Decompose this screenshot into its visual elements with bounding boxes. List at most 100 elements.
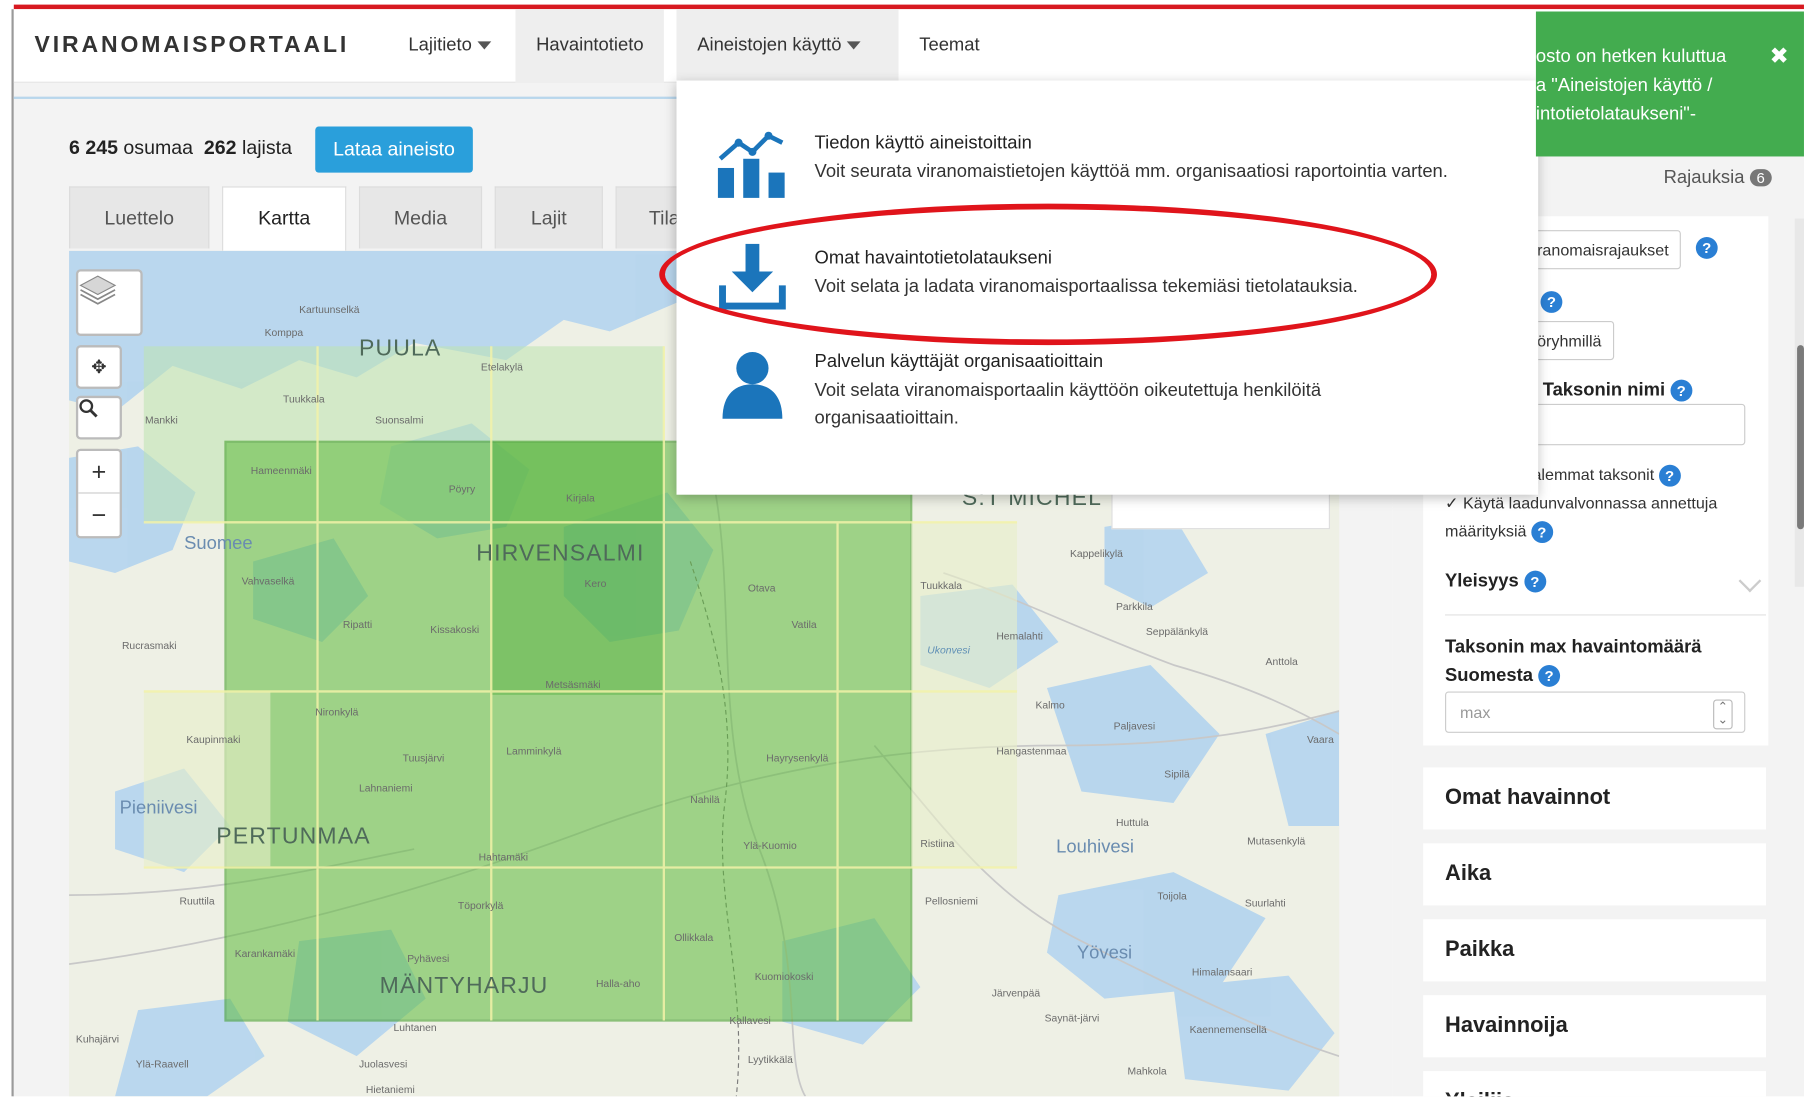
map-label: Otava xyxy=(747,582,776,594)
species-label: lajista xyxy=(241,136,292,159)
section-aika[interactable]: Aika xyxy=(1423,843,1767,906)
zoom-control: + − xyxy=(75,448,122,539)
layers-icon xyxy=(79,275,117,305)
map-label: Hietaniemi xyxy=(365,1083,415,1096)
download-icon xyxy=(719,243,786,310)
map-label: Etelakylä xyxy=(480,361,523,373)
viranomaisrajaukset-button[interactable]: ranomaisrajaukset xyxy=(1524,230,1682,270)
map-label: Rucrasmaki xyxy=(121,639,177,652)
map-label: Toijola xyxy=(1157,890,1187,902)
map-label-louhivesi: Louhivesi xyxy=(1056,837,1134,858)
scrollbar-thumb[interactable] xyxy=(1797,345,1804,530)
nav-item-teemat[interactable]: Teemat xyxy=(899,9,1001,83)
map-label: Tuusjärvi xyxy=(402,752,445,764)
max-count-input[interactable]: max ⌃ ⌄ xyxy=(1445,691,1746,733)
close-icon[interactable]: ✖ xyxy=(1769,43,1788,72)
crosshair-icon: ✥ xyxy=(91,357,107,378)
map-label: Tuukkala xyxy=(283,393,325,405)
stepper-icon[interactable]: ⌃ ⌄ xyxy=(1712,699,1733,730)
zoom-out-button[interactable]: − xyxy=(78,494,119,538)
map-label: Lyytikkälä xyxy=(747,1053,793,1066)
map-label: Suurlahti xyxy=(1244,897,1286,909)
person-icon xyxy=(722,352,783,419)
map-label: Sipilä xyxy=(1164,768,1190,781)
nav-item-aineistojen-kaytto-open[interactable]: Aineistojen käyttö xyxy=(676,9,881,83)
menu-item-tiedon-kaytto[interactable]: Tiedon käyttö aineistoittain Voit seurat… xyxy=(676,120,1538,224)
map-label: Suonsalmi xyxy=(375,414,424,426)
map-label: Luhtanen xyxy=(393,1021,437,1034)
max-count-label: Taksonin max havaintomäärä xyxy=(1445,637,1702,657)
map-label: Kero xyxy=(584,577,607,590)
map-label: Ristiina xyxy=(920,837,955,850)
locate-button[interactable]: ✥ xyxy=(75,345,122,389)
search-icon xyxy=(79,399,98,418)
observation-count: 6 245 xyxy=(69,136,118,159)
help-icon[interactable]: ? xyxy=(1538,664,1560,687)
nav-item-havaintotieto[interactable]: Havaintotieto xyxy=(515,9,665,83)
map-label: Hemalahti xyxy=(996,630,1043,642)
map-label: Parkkila xyxy=(1115,600,1153,613)
map-label: Pöyry xyxy=(448,483,476,495)
brand-logo[interactable]: VIRANOMAISPORTAALI xyxy=(35,32,350,58)
zoom-in-button[interactable]: + xyxy=(78,450,120,494)
yleisyys-label[interactable]: Yleisyys ? xyxy=(1445,570,1546,593)
map-label: Ripatti xyxy=(342,618,373,631)
nav-label: Lajitieto xyxy=(408,35,472,56)
menu-item-palvelun-kayttajat[interactable]: Palvelun käyttäjät organisaatioittain Vo… xyxy=(676,341,1538,468)
map-label: Vatila xyxy=(791,618,817,631)
toast-line: a "Aineistojen käyttö / xyxy=(1535,75,1713,96)
result-counts: 6 245 osumaa 262 lajista xyxy=(69,137,292,160)
search-map-button[interactable] xyxy=(75,395,122,440)
map-label: Nahilä xyxy=(690,793,720,806)
map-label: Vahvaselkä xyxy=(241,575,295,587)
section-havainnoija[interactable]: Havainnoija xyxy=(1423,995,1767,1058)
help-icon[interactable]: ? xyxy=(1523,570,1546,593)
laadunvalvonta-checkbox[interactable]: ✓ Käytä laadunvalvonnassa annettuja xyxy=(1445,494,1717,514)
help-icon[interactable]: ? xyxy=(1530,521,1553,544)
taxon-name-input[interactable] xyxy=(1524,403,1746,446)
map-label: Kalmo xyxy=(1035,699,1065,712)
nav-item-lajitieto[interactable]: Lajitieto xyxy=(388,9,512,83)
map-label: Lahnaniemi xyxy=(358,782,413,794)
map-label: Ruuttila xyxy=(179,895,215,907)
tab-kartta[interactable]: Kartta xyxy=(222,186,347,251)
help-icon[interactable]: ? xyxy=(1540,291,1563,313)
map-label: Mankki xyxy=(144,414,178,426)
map-label: Hameenmäki xyxy=(250,464,312,477)
map-label: Kartuunselkä xyxy=(299,303,360,316)
map-label: Mahkola xyxy=(1127,1065,1167,1077)
layers-button[interactable] xyxy=(75,269,143,336)
taxon-name-label: / Taksonin nimi ? xyxy=(1532,379,1693,402)
help-icon[interactable]: ? xyxy=(1670,379,1693,402)
observation-label: osumaa xyxy=(123,136,194,159)
toast-line: osto on hetken kuluttua xyxy=(1535,47,1727,67)
map-label: Tuukkala xyxy=(920,579,963,592)
help-icon[interactable]: ? xyxy=(1695,237,1718,259)
menu-item-desc: Voit selata viranomaisportaalin käyttöön… xyxy=(814,380,1322,401)
map-label: Lamminkylä xyxy=(506,745,562,758)
map-label-yovesi: Yövesi xyxy=(1076,943,1133,963)
map-label: Kirjala xyxy=(566,492,595,504)
menu-item-desc-2: organisaatioittain. xyxy=(814,408,959,428)
tab-media[interactable]: Media xyxy=(358,186,483,249)
tab-lajit[interactable]: Lajit xyxy=(494,186,603,249)
map-label: Pyhävesi xyxy=(407,952,450,965)
section-paikka[interactable]: Paikka xyxy=(1423,919,1767,982)
map-label: Kuhajärvi xyxy=(75,1033,120,1045)
menu-item-omat-havaintotietolataukset[interactable]: Omat havaintotietolataukseni Voit selata… xyxy=(676,235,1538,339)
map-label: Kissakoski xyxy=(430,623,480,636)
toast-line: intotietolataukseni"- xyxy=(1535,104,1696,125)
chart-icon xyxy=(717,131,785,198)
section-yleiliis[interactable]: Yleiliis xyxy=(1423,1071,1767,1097)
section-omat-havainnot[interactable]: Omat havainnot xyxy=(1423,767,1767,830)
rajauksia-label: Rajauksia 6 xyxy=(1664,168,1772,189)
help-icon[interactable]: ? xyxy=(1658,464,1681,487)
map-label: Järvenpää xyxy=(991,987,1041,999)
map-label: Metsäsmäki xyxy=(545,678,601,691)
download-data-button[interactable]: Lataa aineisto xyxy=(315,126,473,173)
map-label: Ylä-Kuomio xyxy=(743,839,797,852)
map-label: Halla-aho xyxy=(595,977,641,990)
map-label-mantyharju: MÄNTYHARJU xyxy=(379,973,549,999)
nav-label: Aineistojen käyttö xyxy=(697,35,842,56)
tab-luettelo[interactable]: Luettelo xyxy=(69,186,210,249)
